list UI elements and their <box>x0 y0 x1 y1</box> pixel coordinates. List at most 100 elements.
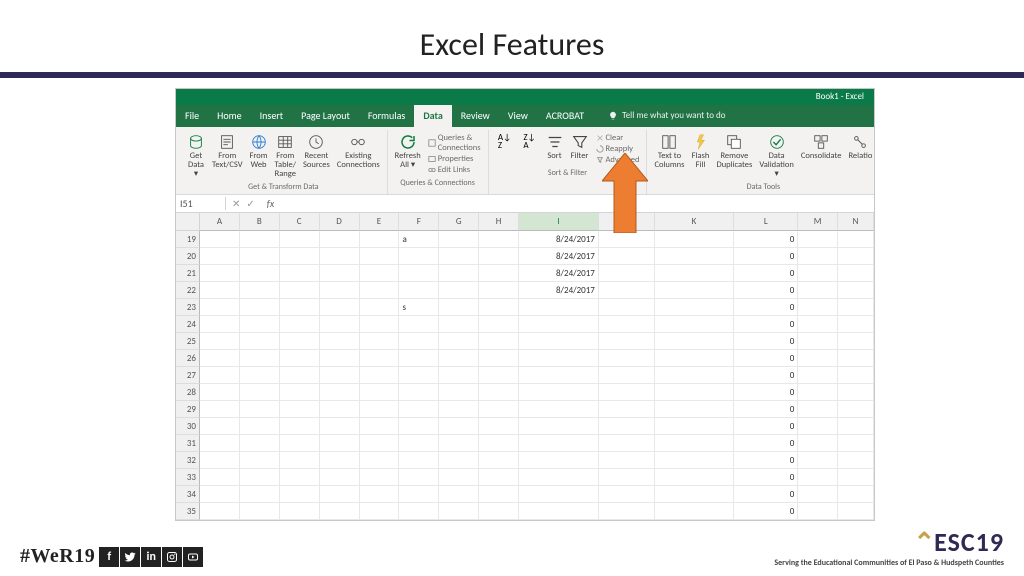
cell-G22[interactable] <box>439 282 479 299</box>
row-header[interactable]: 28 <box>176 384 200 401</box>
cell-B32[interactable] <box>240 452 280 469</box>
get-transform-from-text-csv-button[interactable]: From Text/CSV <box>210 132 245 171</box>
cell-J33[interactable] <box>599 469 655 486</box>
cell-K29[interactable] <box>655 401 735 418</box>
column-header-E[interactable]: E <box>360 213 400 231</box>
cell-M32[interactable] <box>798 452 838 469</box>
cell-D28[interactable] <box>320 384 360 401</box>
fx-label[interactable]: fx <box>261 197 280 210</box>
cell-I20[interactable]: 8/24/2017 <box>519 248 599 265</box>
cell-A26[interactable] <box>200 350 240 367</box>
cell-D21[interactable] <box>320 265 360 282</box>
cell-C31[interactable] <box>280 435 320 452</box>
cell-G33[interactable] <box>439 469 479 486</box>
cell-J19[interactable] <box>599 231 655 248</box>
cell-B21[interactable] <box>240 265 280 282</box>
clear-button[interactable]: Clear <box>596 133 640 143</box>
cell-I26[interactable] <box>519 350 599 367</box>
cell-G28[interactable] <box>439 384 479 401</box>
cell-G19[interactable] <box>439 231 479 248</box>
data-tools-data-validation-button[interactable]: Data Validation ▾ <box>757 132 795 180</box>
cell-D29[interactable] <box>320 401 360 418</box>
cell-M22[interactable] <box>798 282 838 299</box>
cell-A29[interactable] <box>200 401 240 418</box>
cell-J32[interactable] <box>599 452 655 469</box>
cell-F26[interactable] <box>399 350 439 367</box>
tab-formulas[interactable]: Formulas <box>359 105 414 127</box>
cell-D23[interactable] <box>320 299 360 316</box>
cell-C21[interactable] <box>280 265 320 282</box>
cancel-icon[interactable]: ✕ <box>232 197 240 210</box>
cell-A30[interactable] <box>200 418 240 435</box>
tab-file[interactable]: File <box>176 105 208 127</box>
cell-D26[interactable] <box>320 350 360 367</box>
cell-H27[interactable] <box>479 367 519 384</box>
row-header[interactable]: 35 <box>176 503 200 520</box>
column-header-I[interactable]: I <box>519 213 599 231</box>
cell-J31[interactable] <box>599 435 655 452</box>
cell-M33[interactable] <box>798 469 838 486</box>
cell-F19[interactable]: a <box>399 231 439 248</box>
accept-icon[interactable]: ✓ <box>246 197 254 210</box>
row-header[interactable]: 30 <box>176 418 200 435</box>
cell-J26[interactable] <box>599 350 655 367</box>
cell-C25[interactable] <box>280 333 320 350</box>
cell-K35[interactable] <box>655 503 735 520</box>
cell-N22[interactable] <box>838 282 874 299</box>
properties-button[interactable]: Properties <box>428 154 481 164</box>
cell-F24[interactable] <box>399 316 439 333</box>
cell-I28[interactable] <box>519 384 599 401</box>
cell-D31[interactable] <box>320 435 360 452</box>
cell-G24[interactable] <box>439 316 479 333</box>
cell-H21[interactable] <box>479 265 519 282</box>
cell-I29[interactable] <box>519 401 599 418</box>
cell-F31[interactable] <box>399 435 439 452</box>
data-tools-remove-duplicates-button[interactable]: Remove Duplicates <box>714 132 754 171</box>
cell-A33[interactable] <box>200 469 240 486</box>
cell-K31[interactable] <box>655 435 735 452</box>
cell-G29[interactable] <box>439 401 479 418</box>
cell-C28[interactable] <box>280 384 320 401</box>
cell-E33[interactable] <box>360 469 400 486</box>
data-tools-flash-fill-button[interactable]: Flash Fill <box>689 132 711 171</box>
cell-F29[interactable] <box>399 401 439 418</box>
sort-az-button[interactable]: A↓Z <box>494 132 516 152</box>
cell-L23[interactable]: 0 <box>734 299 798 316</box>
cell-G25[interactable] <box>439 333 479 350</box>
cell-J29[interactable] <box>599 401 655 418</box>
cell-F25[interactable] <box>399 333 439 350</box>
cell-I21[interactable]: 8/24/2017 <box>519 265 599 282</box>
cell-H20[interactable] <box>479 248 519 265</box>
cell-H35[interactable] <box>479 503 519 520</box>
tab-home[interactable]: Home <box>208 105 250 127</box>
cell-J35[interactable] <box>599 503 655 520</box>
row-header[interactable]: 26 <box>176 350 200 367</box>
cell-A19[interactable] <box>200 231 240 248</box>
row-header[interactable]: 24 <box>176 316 200 333</box>
cell-L28[interactable]: 0 <box>734 384 798 401</box>
cell-J25[interactable] <box>599 333 655 350</box>
cell-C26[interactable] <box>280 350 320 367</box>
cell-L34[interactable]: 0 <box>734 486 798 503</box>
cell-F23[interactable]: s <box>399 299 439 316</box>
cell-N30[interactable] <box>838 418 874 435</box>
cell-E25[interactable] <box>360 333 400 350</box>
cell-A35[interactable] <box>200 503 240 520</box>
cell-E32[interactable] <box>360 452 400 469</box>
tab-page-layout[interactable]: Page Layout <box>292 105 359 127</box>
cell-G32[interactable] <box>439 452 479 469</box>
tab-view[interactable]: View <box>499 105 537 127</box>
cell-D34[interactable] <box>320 486 360 503</box>
cell-L33[interactable]: 0 <box>734 469 798 486</box>
cell-F32[interactable] <box>399 452 439 469</box>
cell-C20[interactable] <box>280 248 320 265</box>
cell-B31[interactable] <box>240 435 280 452</box>
edit-links-button[interactable]: Edit Links <box>428 165 481 175</box>
cell-M29[interactable] <box>798 401 838 418</box>
cell-M31[interactable] <box>798 435 838 452</box>
cell-B26[interactable] <box>240 350 280 367</box>
cell-B28[interactable] <box>240 384 280 401</box>
cell-N23[interactable] <box>838 299 874 316</box>
cell-D35[interactable] <box>320 503 360 520</box>
cell-D27[interactable] <box>320 367 360 384</box>
